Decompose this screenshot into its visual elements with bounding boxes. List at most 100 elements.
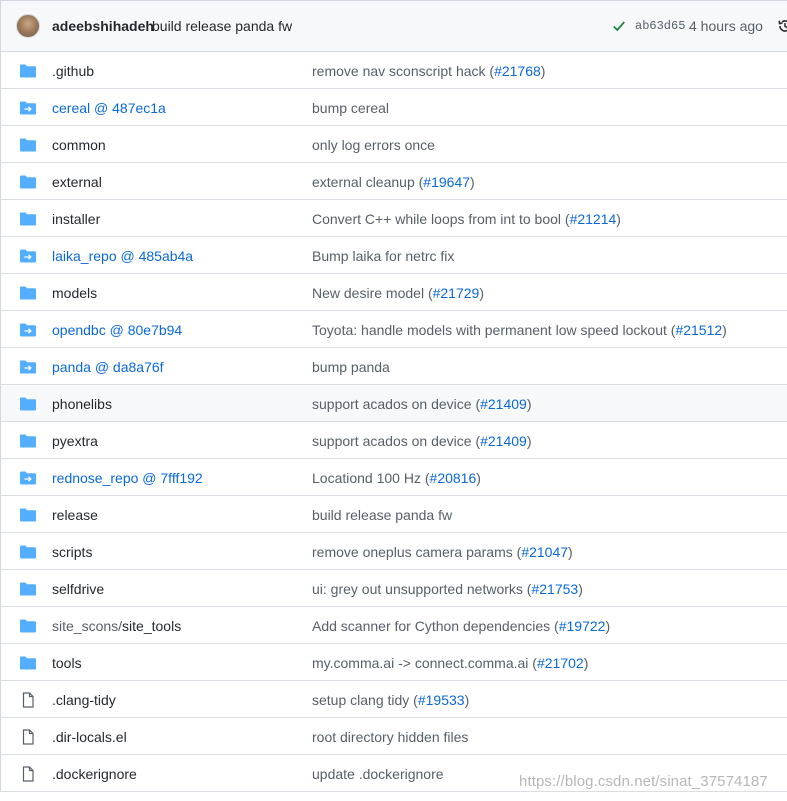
- commit-message-link[interactable]: setup clang tidy (#19533): [312, 692, 469, 708]
- pull-request-link[interactable]: #19533: [418, 692, 465, 708]
- folder-icon: [20, 286, 36, 300]
- file-name-link[interactable]: pyextra: [52, 433, 98, 449]
- file-row[interactable]: panda @ da8a76f bump panda: [0, 348, 787, 385]
- file-icon: [20, 766, 36, 782]
- file-name-link[interactable]: .dockerignore: [52, 766, 137, 782]
- file-name-link[interactable]: laika_repo @ 485ab4a: [52, 248, 193, 264]
- file-row[interactable]: common only log errors once: [0, 126, 787, 163]
- submodule-folder-icon: [20, 471, 36, 485]
- file-name-link[interactable]: .github: [52, 63, 94, 79]
- file-name-link[interactable]: external: [52, 174, 102, 190]
- folder-icon: [20, 508, 36, 522]
- commit-message-link[interactable]: Bump laika for netrc fix: [312, 248, 454, 264]
- submodule-folder-icon: [20, 101, 36, 115]
- file-row[interactable]: opendbc @ 80e7b94 Toyota: handle models w…: [0, 311, 787, 348]
- commit-time: 4 hours ago: [689, 18, 763, 34]
- commit-message-link[interactable]: root directory hidden files: [312, 729, 468, 745]
- pull-request-link[interactable]: #21729: [433, 285, 480, 301]
- commit-message[interactable]: build release panda fw: [152, 18, 292, 34]
- commit-message-link[interactable]: Add scanner for Cython dependencies (#19…: [312, 618, 610, 634]
- commit-message-link[interactable]: only log errors once: [312, 137, 435, 153]
- file-list: .github remove nav sconscript hack (#2176…: [0, 52, 787, 792]
- pull-request-link[interactable]: #21214: [570, 211, 617, 227]
- check-icon[interactable]: [612, 19, 626, 33]
- history-icon[interactable]: [777, 18, 787, 34]
- commit-message-link[interactable]: support acados on device (#21409): [312, 433, 532, 449]
- pull-request-link[interactable]: #21702: [537, 655, 584, 671]
- file-row[interactable]: laika_repo @ 485ab4a Bump laika for netrc…: [0, 237, 787, 274]
- folder-icon: [20, 582, 36, 596]
- file-name-link[interactable]: selfdrive: [52, 581, 104, 597]
- pull-request-link[interactable]: #21409: [480, 433, 527, 449]
- file-row[interactable]: rednose_repo @ 7fff192 Locationd 100 Hz (…: [0, 459, 787, 496]
- pull-request-link[interactable]: #21512: [675, 322, 722, 338]
- file-row[interactable]: .clang-tidy setup clang tidy (#19533): [0, 681, 787, 718]
- commit-message-link[interactable]: ui: grey out unsupported networks (#2175…: [312, 581, 583, 597]
- file-row[interactable]: models New desire model (#21729): [0, 274, 787, 311]
- file-name-link[interactable]: panda @ da8a76f: [52, 359, 164, 375]
- file-row[interactable]: release build release panda fw: [0, 496, 787, 533]
- pull-request-link[interactable]: #20816: [430, 470, 477, 486]
- folder-icon: [20, 619, 36, 633]
- folder-icon: [20, 175, 36, 189]
- watermark: https://blog.csdn.net/sinat_37574187: [519, 773, 768, 790]
- commit-message-link[interactable]: Toyota: handle models with permanent low…: [312, 322, 727, 338]
- avatar[interactable]: [16, 14, 40, 38]
- file-name-link[interactable]: cereal @ 487ec1a: [52, 100, 166, 116]
- folder-icon: [20, 545, 36, 559]
- file-name-link[interactable]: rednose_repo @ 7fff192: [52, 470, 203, 486]
- commit-message-link[interactable]: remove oneplus camera params (#21047): [312, 544, 573, 560]
- file-name-link[interactable]: tools: [52, 655, 82, 671]
- folder-icon: [20, 397, 36, 411]
- pull-request-link[interactable]: #21409: [480, 396, 527, 412]
- folder-icon: [20, 656, 36, 670]
- file-path-prefix[interactable]: site_scons/: [52, 618, 122, 634]
- file-name-link[interactable]: site_scons/site_tools: [52, 618, 181, 634]
- file-name-link[interactable]: .dir-locals.el: [52, 729, 127, 745]
- commit-sha[interactable]: ab63d65: [635, 19, 685, 33]
- commit-message-link[interactable]: remove nav sconscript hack (#21768): [312, 63, 545, 79]
- folder-icon: [20, 434, 36, 448]
- pull-request-link[interactable]: #19722: [559, 618, 606, 634]
- file-row[interactable]: phonelibs support acados on device (#2140…: [0, 385, 787, 422]
- commit-message-link[interactable]: New desire model (#21729): [312, 285, 484, 301]
- pull-request-link[interactable]: #21047: [521, 544, 568, 560]
- file-name-link[interactable]: models: [52, 285, 97, 301]
- file-row[interactable]: tools my.comma.ai -> connect.comma.ai (#2…: [0, 644, 787, 681]
- pull-request-link[interactable]: #19647: [423, 174, 470, 190]
- file-row[interactable]: scripts remove oneplus camera params (#21…: [0, 533, 787, 570]
- commit-message-link[interactable]: update .dockerignore: [312, 766, 444, 782]
- file-name-link[interactable]: opendbc @ 80e7b94: [52, 322, 182, 338]
- commit-author[interactable]: adeebshihadeh: [52, 18, 154, 34]
- file-name-link[interactable]: release: [52, 507, 98, 523]
- file-name-link[interactable]: phonelibs: [52, 396, 112, 412]
- file-row[interactable]: pyextra support acados on device (#21409): [0, 422, 787, 459]
- commit-message-link[interactable]: build release panda fw: [312, 507, 452, 523]
- submodule-folder-icon: [20, 249, 36, 263]
- file-row[interactable]: selfdrive ui: grey out unsupported networ…: [0, 570, 787, 607]
- commit-message-link[interactable]: my.comma.ai -> connect.comma.ai (#21702): [312, 655, 588, 671]
- latest-commit-bar: adeebshihadeh build release panda fw ab6…: [0, 0, 787, 52]
- file-name-link[interactable]: scripts: [52, 544, 92, 560]
- file-row[interactable]: .github remove nav sconscript hack (#2176…: [0, 52, 787, 89]
- commit-message-link[interactable]: bump panda: [312, 359, 390, 375]
- file-path-name[interactable]: site_tools: [122, 618, 181, 634]
- file-row[interactable]: installer Convert C++ while loops from in…: [0, 200, 787, 237]
- commit-message-link[interactable]: Locationd 100 Hz (#20816): [312, 470, 481, 486]
- file-row[interactable]: external external cleanup (#19647): [0, 163, 787, 200]
- commit-message-link[interactable]: support acados on device (#21409): [312, 396, 532, 412]
- submodule-folder-icon: [20, 323, 36, 337]
- file-name-link[interactable]: installer: [52, 211, 100, 227]
- pull-request-link[interactable]: #21768: [494, 63, 541, 79]
- file-name-link[interactable]: .clang-tidy: [52, 692, 116, 708]
- file-row[interactable]: site_scons/site_tools Add scanner for Cyt…: [0, 607, 787, 644]
- submodule-folder-icon: [20, 360, 36, 374]
- file-name-link[interactable]: common: [52, 137, 106, 153]
- file-row[interactable]: .dir-locals.el root directory hidden file…: [0, 718, 787, 755]
- file-row[interactable]: cereal @ 487ec1a bump cereal: [0, 89, 787, 126]
- commit-message-link[interactable]: external cleanup (#19647): [312, 174, 475, 190]
- pull-request-link[interactable]: #21753: [531, 581, 578, 597]
- file-icon: [20, 692, 36, 708]
- commit-message-link[interactable]: bump cereal: [312, 100, 389, 116]
- commit-message-link[interactable]: Convert C++ while loops from int to bool…: [312, 211, 621, 227]
